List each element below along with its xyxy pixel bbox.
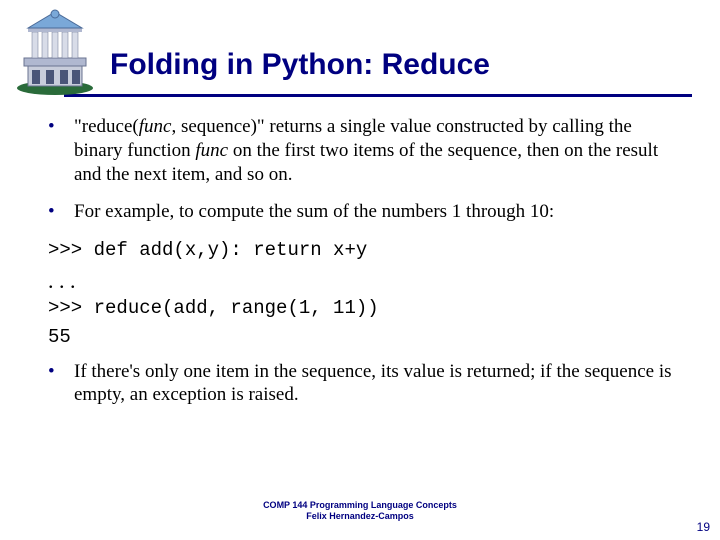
slide-title: Folding in Python: Reduce — [110, 48, 700, 82]
bullet-marker: • — [48, 115, 74, 186]
bullet-text: "reduce(func, sequence)" returns a singl… — [74, 115, 680, 186]
page-number: 19 — [697, 520, 710, 534]
bullet-text: If there's only one item in the sequence… — [74, 360, 680, 408]
bullet-item: • For example, to compute the sum of the… — [48, 200, 680, 224]
bullet-marker: • — [48, 360, 74, 408]
slide-footer: COMP 144 Programming Language Concepts F… — [0, 500, 720, 522]
bullet-text: For example, to compute the sum of the n… — [74, 200, 680, 224]
bullet-item: • "reduce(func, sequence)" returns a sin… — [48, 115, 680, 186]
slide-content: • "reduce(func, sequence)" returns a sin… — [0, 97, 720, 407]
code-line: >>> reduce(add, range(1, 11)) — [48, 296, 680, 321]
title-wrap: Folding in Python: Reduce — [100, 48, 700, 96]
code-result: 55 — [48, 325, 680, 350]
footer-line-2: Felix Hernandez-Campos — [0, 511, 720, 522]
code-line: >>> def add(x,y): return x+y — [48, 238, 680, 263]
bullet-item: • If there's only one item in the sequen… — [48, 360, 680, 408]
bullet-marker: • — [48, 200, 74, 224]
code-ellipsis: . . . — [48, 267, 680, 295]
footer-line-1: COMP 144 Programming Language Concepts — [0, 500, 720, 511]
slide-header: Folding in Python: Reduce — [0, 0, 720, 96]
unc-well-logo — [10, 8, 100, 96]
